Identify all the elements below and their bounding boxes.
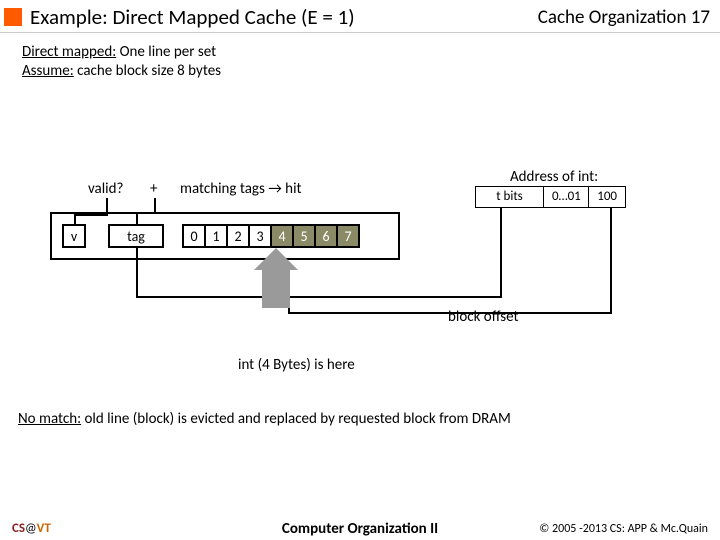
int-location-label: int (4 Bytes) is here xyxy=(238,356,355,374)
no-match-underline: No match: xyxy=(18,410,81,428)
byte-cell-highlight: 4 xyxy=(270,224,294,248)
no-match-note: No match: old line (block) is evicted an… xyxy=(18,410,511,428)
byte-cell-highlight: 5 xyxy=(292,224,316,248)
no-match-rest: old line (block) is evicted and replaced… xyxy=(81,410,511,428)
byte-cell-highlight: 6 xyxy=(314,224,338,248)
addr-offset: 100 xyxy=(588,186,626,208)
footer-center: Computer Organization II xyxy=(0,520,720,538)
subtitle-block: Direct mapped: One line per set Assume: … xyxy=(22,43,720,81)
connector-line xyxy=(136,212,156,214)
byte-cell: 0 xyxy=(182,224,206,248)
valid-label: valid? xyxy=(88,180,123,198)
page-number: 17 xyxy=(691,6,710,29)
matching-tags-label: matching tags → hit xyxy=(180,180,302,198)
block-offset-label: block offset xyxy=(448,308,519,326)
wire xyxy=(610,208,612,314)
address-row: t bits 0…01 100 xyxy=(476,186,626,208)
slide-header: Example: Direct Mapped Cache (E = 1) Cac… xyxy=(0,0,720,33)
header-bullet-icon xyxy=(4,8,22,26)
header-right: Cache Organization 17 xyxy=(538,6,710,29)
connector-line xyxy=(74,214,108,216)
addr-tbits: t bits xyxy=(475,186,545,208)
cache-diagram: valid? + matching tags → hit v tag 0 1 2… xyxy=(0,150,720,380)
subtitle-rest-2: cache block size 8 bytes xyxy=(74,62,221,80)
connector-line xyxy=(74,214,76,224)
wire xyxy=(136,296,502,298)
section-name: Cache Organization xyxy=(538,6,687,29)
wire xyxy=(136,248,138,298)
connector-line xyxy=(136,212,138,224)
byte-cell: 3 xyxy=(248,224,272,248)
slide-title: Example: Direct Mapped Cache (E = 1) xyxy=(30,4,355,30)
address-title: Address of int: xyxy=(510,168,598,186)
byte-cell: 2 xyxy=(226,224,250,248)
byte-cell-highlight: 7 xyxy=(336,224,360,248)
block-offset-arrow-icon xyxy=(258,248,294,308)
plus-label: + xyxy=(150,180,157,198)
addr-setindex: 0…01 xyxy=(543,186,590,208)
subtitle-underline-2: Assume: xyxy=(22,62,74,80)
byte-row: 0 1 2 3 4 5 6 7 xyxy=(184,224,360,248)
subtitle-rest-1: One line per set xyxy=(116,43,216,61)
tag-box: tag xyxy=(108,224,164,248)
subtitle-underline-1: Direct mapped: xyxy=(22,43,116,61)
valid-bit-box: v xyxy=(62,224,86,248)
byte-cell: 1 xyxy=(204,224,228,248)
slide-footer: CS@VT Computer Organization II © 2005 -2… xyxy=(0,521,720,536)
wire xyxy=(500,208,502,298)
